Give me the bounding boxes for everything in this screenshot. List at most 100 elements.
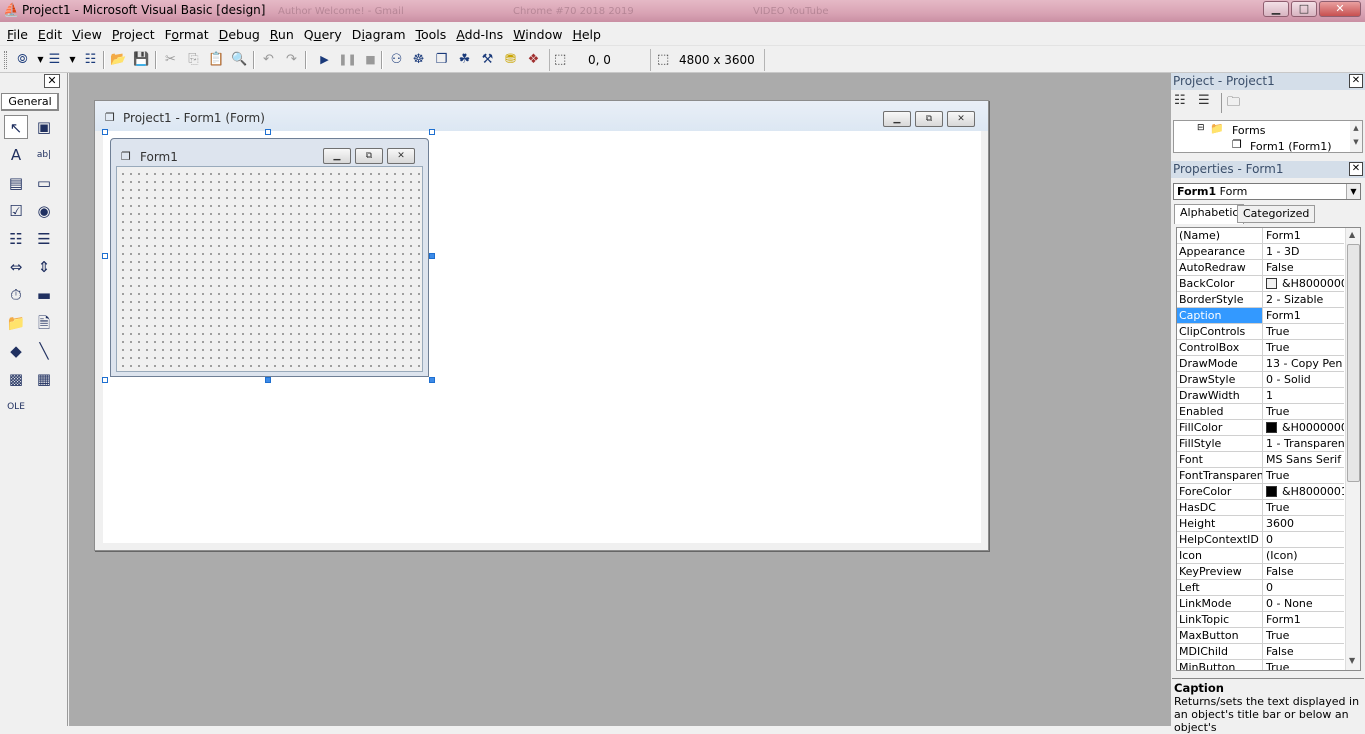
menu-item[interactable]: Edit — [33, 24, 67, 44]
shape-icon[interactable]: ◆ — [4, 339, 28, 363]
property-row[interactable]: HelpContextID 0 — [1177, 532, 1344, 548]
form1-minimize-button[interactable]: ▁ — [323, 148, 351, 164]
resize-handle[interactable] — [265, 377, 271, 383]
break-icon[interactable]: ❚❚ — [337, 50, 358, 70]
open-project-icon[interactable]: 📂 — [108, 50, 129, 70]
properties-window-icon[interactable]: ☸ — [408, 50, 429, 70]
property-value[interactable]: Form1 — [1264, 308, 1344, 323]
vscrollbar-icon[interactable]: ⇕ — [32, 255, 56, 279]
save-project-icon[interactable]: 💾 — [131, 50, 152, 70]
app-icon[interactable]: ⛵ — [3, 3, 19, 18]
property-value[interactable]: 0 - Solid — [1264, 372, 1344, 387]
minimize-button[interactable]: ▁ — [1263, 1, 1289, 17]
property-row[interactable]: AutoRedraw False — [1177, 260, 1344, 276]
property-row[interactable]: ForeColor&H80000012 — [1177, 484, 1344, 500]
project-explorer-close-button[interactable]: ✕ — [1349, 74, 1363, 88]
menu-item[interactable]: Help — [567, 24, 606, 44]
property-row[interactable]: ControlBox True — [1177, 340, 1344, 356]
resize-handle[interactable] — [102, 377, 108, 383]
tree-scrollbar[interactable]: ▲ ▼ — [1350, 121, 1362, 152]
property-row[interactable]: KeyPreview False — [1177, 564, 1344, 580]
toggle-folders-icon[interactable]: 🗀 — [1227, 93, 1240, 115]
drivelistbox-icon[interactable]: ▬ — [32, 283, 56, 307]
timer-icon[interactable]: ⏱ — [4, 283, 28, 307]
menu-item[interactable]: Window — [508, 24, 567, 44]
menu-item[interactable]: Project — [107, 24, 160, 44]
project-explorer-icon[interactable]: ⚇ — [386, 50, 407, 70]
maximize-button[interactable]: □ — [1291, 1, 1317, 17]
property-row[interactable]: BackColor&H8000000F — [1177, 276, 1344, 292]
tree-item-forms[interactable]: Forms — [1232, 124, 1265, 137]
resize-handle[interactable] — [429, 129, 435, 135]
menu-item[interactable]: Tools — [411, 24, 452, 44]
tab-alphabetic[interactable]: Alphabetic — [1174, 204, 1245, 224]
menu-item[interactable]: Query — [299, 24, 347, 44]
label-icon[interactable]: A — [4, 143, 28, 167]
resize-handle[interactable] — [429, 253, 435, 259]
property-value[interactable]: True — [1264, 340, 1344, 355]
resize-handle[interactable] — [265, 129, 271, 135]
property-value[interactable]: False — [1264, 644, 1344, 659]
scroll-up-icon[interactable]: ▲ — [1349, 230, 1355, 239]
property-value[interactable]: 0 — [1264, 580, 1344, 595]
hscrollbar-icon[interactable]: ⇔ — [4, 255, 28, 279]
ole-icon[interactable]: OLE — [4, 395, 28, 419]
commandbutton-icon[interactable]: ▭ — [32, 171, 56, 195]
property-value[interactable]: 1 - Transparent — [1264, 436, 1344, 451]
property-row[interactable]: Font MS Sans Serif — [1177, 452, 1344, 468]
property-row[interactable]: LinkTopic Form1 — [1177, 612, 1344, 628]
property-row[interactable]: DrawStyle 0 - Solid — [1177, 372, 1344, 388]
property-value[interactable]: False — [1264, 260, 1344, 275]
property-value[interactable]: 1 - 3D — [1264, 244, 1344, 259]
frame-icon[interactable]: ▤ — [4, 171, 28, 195]
properties-close-button[interactable]: ✕ — [1349, 162, 1363, 176]
designer-close-button[interactable]: ✕ — [947, 111, 975, 127]
tree-item-form1[interactable]: Form1 (Form1) — [1250, 140, 1332, 153]
property-row[interactable]: Appearance 1 - 3D — [1177, 244, 1344, 260]
toolbox-general-tab[interactable]: General — [1, 93, 59, 111]
property-row[interactable]: DrawWidth 1 — [1177, 388, 1344, 404]
dirlistbox-icon[interactable]: 📁 — [4, 311, 28, 335]
property-row[interactable]: Height 3600 — [1177, 516, 1344, 532]
form-layout-icon[interactable]: ❐ — [431, 50, 452, 70]
form1-maximize-button[interactable]: ⧉ — [355, 148, 383, 164]
property-row[interactable]: MaxButton True — [1177, 628, 1344, 644]
line-icon[interactable]: ╲ — [32, 339, 56, 363]
property-row[interactable]: MinButton True — [1177, 660, 1344, 670]
property-row[interactable]: (Name) Form1 — [1177, 228, 1344, 244]
menu-item[interactable]: File — [2, 24, 33, 44]
property-row[interactable]: Icon (Icon) — [1177, 548, 1344, 564]
undo-icon[interactable]: ↶ — [258, 50, 279, 70]
menu-editor-icon[interactable]: ☷ — [80, 50, 101, 70]
find-icon[interactable]: 🔍 — [229, 50, 250, 70]
property-row[interactable]: HasDC True — [1177, 500, 1344, 516]
textbox-icon[interactable]: ab| — [32, 143, 56, 167]
designer-restore-button[interactable]: ⧉ — [915, 111, 943, 127]
property-value[interactable]: False — [1264, 564, 1344, 579]
property-row[interactable]: ClipControls True — [1177, 324, 1344, 340]
component-manager-icon[interactable]: ❖ — [523, 50, 544, 70]
paste-icon[interactable]: 📋 — [206, 50, 227, 70]
listbox-icon[interactable]: ☰ — [32, 227, 56, 251]
menu-item[interactable]: Debug — [214, 24, 265, 44]
property-value[interactable]: 0 — [1264, 532, 1344, 547]
view-object-icon[interactable]: ☰ — [1198, 93, 1210, 108]
tab-categorized[interactable]: Categorized — [1237, 205, 1316, 223]
collapse-icon[interactable]: ⊟ — [1197, 123, 1205, 133]
designer-minimize-button[interactable]: ▁ — [883, 111, 911, 127]
chevron-down-icon[interactable]: ▼ — [1346, 184, 1360, 199]
resize-handle[interactable] — [102, 129, 108, 135]
property-value[interactable]: (Icon) — [1264, 548, 1344, 563]
menu-item[interactable]: Diagram — [347, 24, 411, 44]
scrollbar-thumb[interactable] — [1347, 244, 1360, 482]
form1-close-button[interactable]: ✕ — [387, 148, 415, 164]
form1-design-surface[interactable]: ❐ Form1 ▁ ⧉ ✕ — [110, 138, 429, 377]
property-row[interactable]: BorderStyle 2 - Sizable — [1177, 292, 1344, 308]
property-value[interactable]: MS Sans Serif — [1264, 452, 1344, 467]
copy-icon[interactable]: ⎘ — [183, 50, 204, 70]
property-value[interactable]: True — [1264, 660, 1344, 670]
property-row[interactable]: FillColor&H00000000 — [1177, 420, 1344, 436]
property-value[interactable]: 0 - None — [1264, 596, 1344, 611]
redo-icon[interactable]: ↷ — [281, 50, 302, 70]
property-value[interactable]: True — [1264, 468, 1344, 483]
